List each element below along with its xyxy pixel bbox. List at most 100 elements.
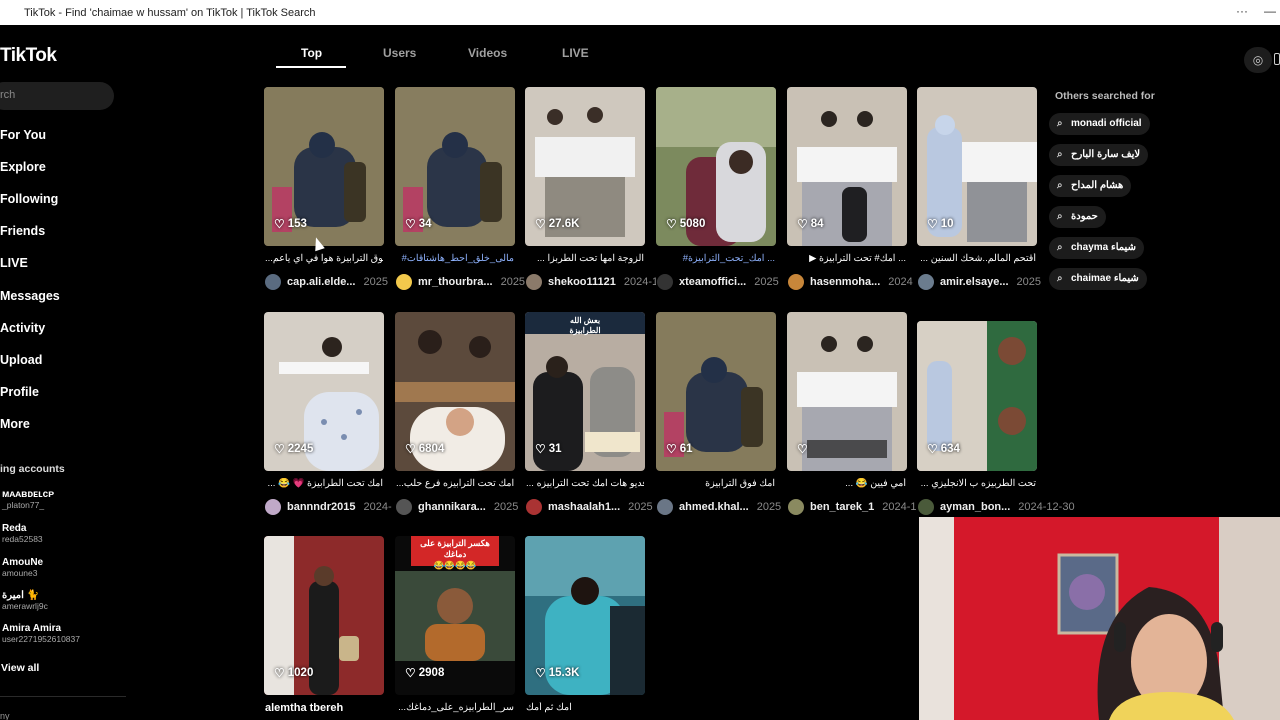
suggested-search-chip[interactable]: ⌕ chaimae شيماء xyxy=(1049,268,1147,290)
search-tabs: Top Users Videos LIVE xyxy=(276,44,1036,70)
menu-icon[interactable]: ··· xyxy=(1236,4,1248,18)
video-caption[interactable]: #امك_تحت_الترابيزة ... xyxy=(657,253,775,264)
account-username: amoune3 xyxy=(2,568,38,578)
tab-videos[interactable]: Videos xyxy=(468,46,507,60)
tiktok-logo[interactable]: TikTok xyxy=(0,45,57,67)
heart-icon: ♡ xyxy=(274,217,285,231)
video-caption[interactable]: ...سوق الترابيزة هوا في اي ياعم xyxy=(265,253,383,264)
suggested-search-chip[interactable]: ⌕ monadi official xyxy=(1049,113,1150,135)
tab-users[interactable]: Users xyxy=(383,46,416,60)
nav-activity[interactable]: Activity xyxy=(0,321,45,335)
video-caption[interactable]: ... 😂 💗 امك تحت الطرابيزة xyxy=(265,478,383,489)
heart-icon: ♡ xyxy=(535,217,546,231)
author-name[interactable]: bannndr2015 xyxy=(287,501,355,513)
author-name[interactable]: cap.ali.elde... xyxy=(287,276,355,288)
video-date: 2024-12-30 xyxy=(1018,501,1075,513)
minimize-icon[interactable]: — xyxy=(1264,4,1276,18)
video-meta: xteamoffici... 2025 xyxy=(657,274,787,290)
nav-following[interactable]: Following xyxy=(0,192,58,206)
video-caption[interactable]: ▶ امك# تحت الترابيزة ... xyxy=(788,253,906,264)
author-name[interactable]: ghannikara... xyxy=(418,501,486,513)
explore-icon[interactable]: ◎ xyxy=(1244,47,1272,73)
account-item[interactable]: Reda reda52583 xyxy=(2,523,43,544)
author-name[interactable]: ben_tarek_1 xyxy=(810,501,874,513)
avatar[interactable] xyxy=(657,499,673,515)
video-caption[interactable]: ... 😂 أمي فيين xyxy=(788,478,906,489)
account-username: _platon77_ xyxy=(2,500,45,510)
author-name[interactable]: ahmed.khal... xyxy=(679,501,749,513)
author-name[interactable]: mashaalah1... xyxy=(548,501,620,513)
video-caption[interactable]: ... أقتحم المالم..شحك السنين xyxy=(918,253,1036,264)
avatar[interactable] xyxy=(788,499,804,515)
avatar[interactable] xyxy=(526,274,542,290)
suggested-search-chip[interactable]: ⌕ chayma شيماء xyxy=(1049,237,1144,259)
avatar[interactable] xyxy=(265,274,281,290)
suggested-search-chip[interactable]: ⌕ لايف سارة البارح xyxy=(1049,144,1149,166)
search-icon: ⌕ xyxy=(1057,242,1063,253)
video-overlay-text: بعش الله xyxy=(569,316,601,325)
suggested-search-chip[interactable]: ⌕ حمودة xyxy=(1049,206,1106,228)
video-date: 2024 xyxy=(888,276,913,288)
video-date: 2025 xyxy=(756,501,782,513)
nav-messages[interactable]: Messages xyxy=(0,289,60,303)
tab-live[interactable]: LIVE xyxy=(562,46,589,60)
tab-top[interactable]: Top xyxy=(301,46,322,60)
nav-for-you[interactable]: For You xyxy=(0,128,46,142)
panel-toggle-icon[interactable] xyxy=(1274,53,1280,65)
author-name[interactable]: xteamoffici... xyxy=(679,276,746,288)
author-name[interactable]: ayman_bon... xyxy=(940,501,1010,513)
avatar[interactable] xyxy=(265,499,281,515)
video-caption[interactable]: alemtha tbereh xyxy=(265,702,383,714)
heart-icon: ♡ xyxy=(405,217,416,231)
heart-icon: ♡ xyxy=(927,217,938,231)
account-item[interactable]: AmouNe amoune3 xyxy=(2,557,43,578)
avatar[interactable] xyxy=(526,499,542,515)
suggested-search-chip[interactable]: ⌕ هشام المداح xyxy=(1049,175,1132,197)
avatar[interactable] xyxy=(788,274,804,290)
video-date: 2025 xyxy=(754,276,779,288)
following-accounts-label: ing accounts xyxy=(0,463,65,475)
video-caption[interactable]: #مالى_خلق_احط_هاشتاقات xyxy=(396,253,514,264)
heart-icon: ♡ xyxy=(666,217,677,231)
heart-icon: ♡ xyxy=(797,217,808,231)
video-caption[interactable]: ...سر_الطرابيزه_على_دماغك xyxy=(396,702,514,713)
search-icon: ⌕ xyxy=(1057,180,1063,191)
account-item[interactable]: اميرة 🐈 amerawrlj9c xyxy=(2,590,48,611)
search-input[interactable]: rch xyxy=(0,82,114,110)
video-date: 2024-1 xyxy=(623,276,656,288)
company-label: ny xyxy=(0,711,10,720)
video-caption[interactable]: امك ثم أمك xyxy=(526,702,644,713)
account-username: user2271952610837 xyxy=(2,634,80,644)
video-meta: amir.elsaye... 2025 xyxy=(918,274,1048,290)
author-name[interactable]: amir.elsaye... xyxy=(940,276,1009,288)
author-name[interactable]: mr_thourbra... xyxy=(418,276,493,288)
video-caption[interactable]: ...امك تحت الترابيزه فرع حلب xyxy=(396,478,514,489)
video-caption[interactable]: امك فوق الترابيزة xyxy=(657,478,775,489)
video-caption[interactable]: ... فديو هات امك تحت الترابيزه xyxy=(526,478,644,489)
video-caption[interactable]: ... تحت الطربيزه ب الانجليزي xyxy=(918,478,1036,489)
avatar[interactable] xyxy=(396,274,412,290)
video-date: 2024- xyxy=(363,501,392,513)
nav-more[interactable]: More xyxy=(0,417,30,431)
avatar[interactable] xyxy=(657,274,673,290)
nav-explore[interactable]: Explore xyxy=(0,160,46,174)
avatar[interactable] xyxy=(918,499,934,515)
avatar[interactable] xyxy=(918,274,934,290)
nav-live[interactable]: LIVE xyxy=(0,256,28,270)
video-caption[interactable]: ... الزوجة امها تحت الطربزا xyxy=(526,253,644,264)
nav-profile[interactable]: Profile xyxy=(0,385,39,399)
account-item[interactable]: ᴍᴀᴀʙᴅᴇʟᴄᴘ _platon77_ xyxy=(2,489,54,510)
active-tab-underline xyxy=(276,66,346,68)
author-name[interactable]: shekoo11121 xyxy=(548,276,616,288)
window-titlebar: TikTok - Find 'chaimae w hussam' on TikT… xyxy=(0,0,1280,25)
view-all-link[interactable]: View all xyxy=(1,662,39,674)
heart-icon: ♡ xyxy=(666,442,677,456)
avatar[interactable] xyxy=(396,499,412,515)
video-overlay-text: هكسر الترابيزة على دماغك 😂😂😂😂 xyxy=(411,536,499,570)
account-name: Reda xyxy=(2,523,27,534)
nav-upload[interactable]: Upload xyxy=(0,353,42,367)
video-meta: ayman_bon... 2024-12-30 xyxy=(918,499,1118,515)
author-name[interactable]: hasenmoha... xyxy=(810,276,880,288)
nav-friends[interactable]: Friends xyxy=(0,224,45,238)
account-item[interactable]: Amira Amira user2271952610837 xyxy=(2,623,80,644)
